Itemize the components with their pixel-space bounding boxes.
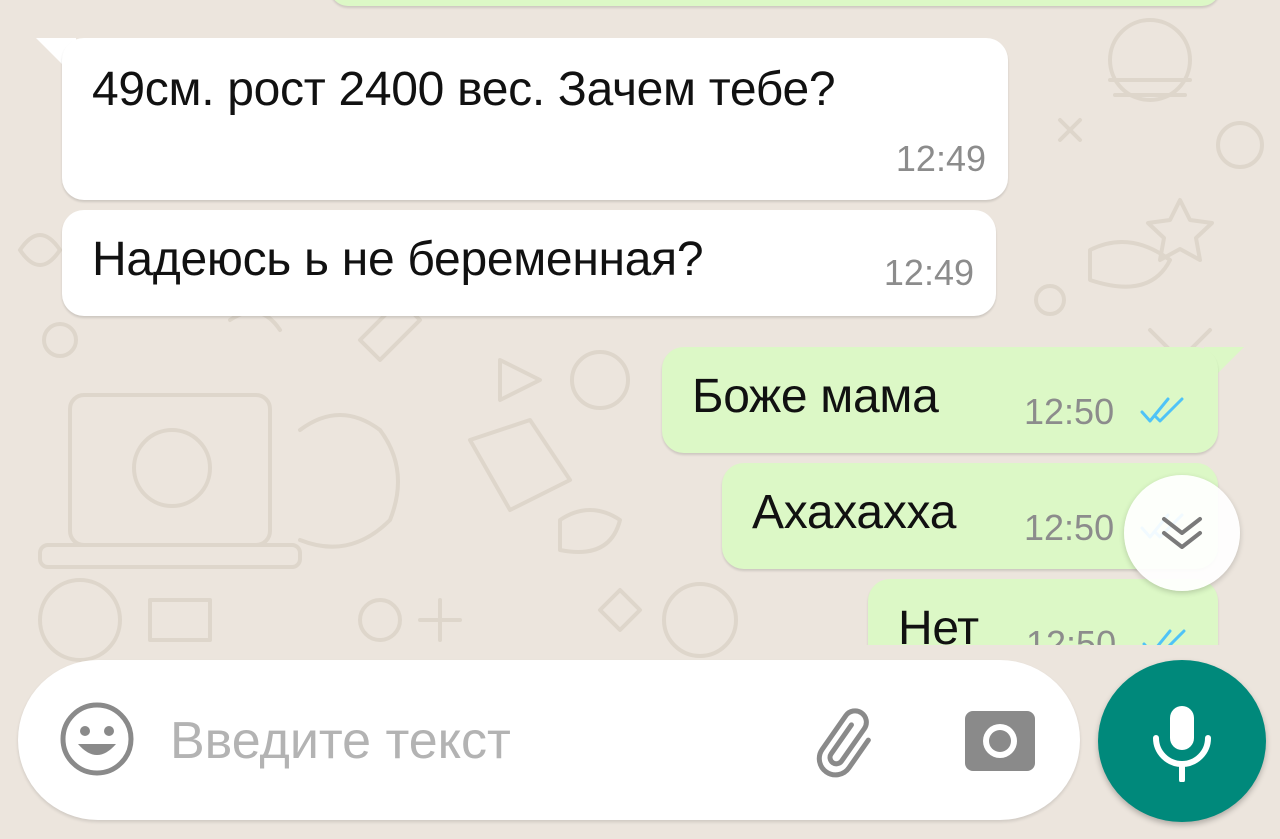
double-chevron-down-icon [1162, 517, 1202, 549]
paperclip-icon[interactable] [806, 700, 886, 780]
incoming-message-bubble[interactable]: Надеюсь ь не беременная? 12:49 [62, 210, 996, 316]
scroll-to-bottom-button[interactable] [1124, 475, 1240, 591]
double-check-icon [1142, 629, 1186, 645]
message-time: 12:50 [1024, 507, 1115, 548]
message-bubble-partial [330, 0, 1220, 6]
message-list[interactable]: 49см. рост 2400 вес. Зачем тебе? 12:49 Н… [0, 0, 1280, 645]
camera-icon[interactable] [963, 705, 1037, 775]
microphone-icon [1153, 706, 1211, 782]
message-time: 12:50 [1024, 391, 1115, 432]
outgoing-message-bubble[interactable]: Нет 12:50 [868, 579, 1218, 645]
message-text: Боже мама [692, 370, 939, 423]
message-text: 49см. рост 2400 вес. Зачем тебе? [92, 63, 836, 116]
message-text: Ахахахха [752, 486, 957, 539]
outgoing-message-bubble[interactable]: Боже мама 12:50 [662, 347, 1218, 453]
double-check-icon [1140, 397, 1184, 423]
incoming-message-bubble[interactable]: 49см. рост 2400 вес. Зачем тебе? 12:49 [62, 38, 1008, 200]
message-time: 12:49 [883, 252, 974, 293]
message-time: 12:50 [1026, 623, 1117, 645]
message-text: Надеюсь ь не беременная? [92, 233, 704, 286]
smiley-icon[interactable] [58, 700, 136, 778]
message-input[interactable] [168, 705, 782, 777]
message-composer [18, 660, 1080, 820]
record-voice-button[interactable] [1098, 660, 1266, 822]
message-time: 12:49 [895, 138, 986, 179]
message-text: Нет [898, 602, 979, 645]
